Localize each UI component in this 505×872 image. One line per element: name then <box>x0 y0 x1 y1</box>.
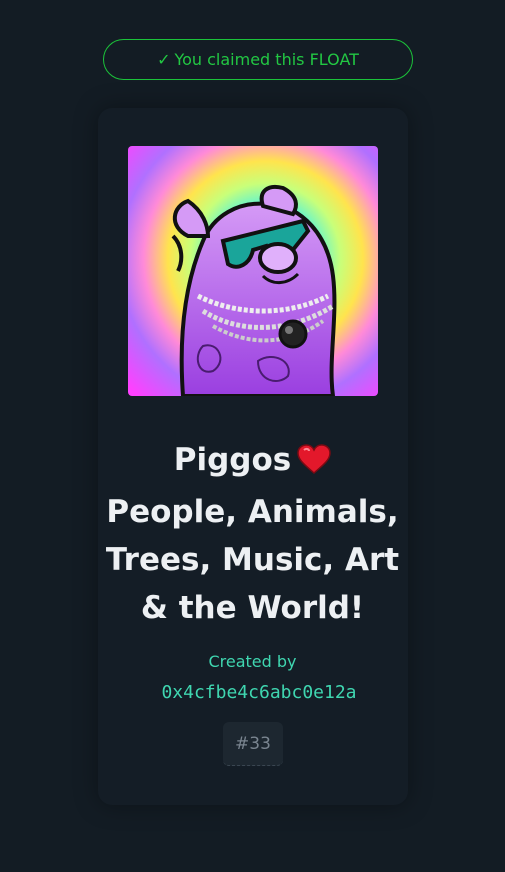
claimed-status-banner: ✓ You claimed this FLOAT <box>103 39 413 80</box>
float-title: Piggos People, Animals, Trees, Music, Ar… <box>100 436 405 632</box>
pig-illustration <box>128 146 378 396</box>
heart-icon <box>297 440 331 488</box>
created-by-label: Created by <box>208 652 297 671</box>
creator-address-link[interactable]: 0x4cfbe4c6abc0e12a <box>100 682 418 703</box>
float-image <box>128 146 378 396</box>
serial-number-badge: #33 <box>223 722 283 766</box>
float-title-line: & the World! <box>140 590 365 626</box>
check-icon: ✓ <box>157 50 171 69</box>
float-title-line: Piggos <box>100 436 405 488</box>
claimed-status-text: You claimed this FLOAT <box>174 50 359 69</box>
float-title-line: Trees, Music, Art <box>105 542 400 578</box>
float-title-line: People, Animals, <box>106 494 399 530</box>
